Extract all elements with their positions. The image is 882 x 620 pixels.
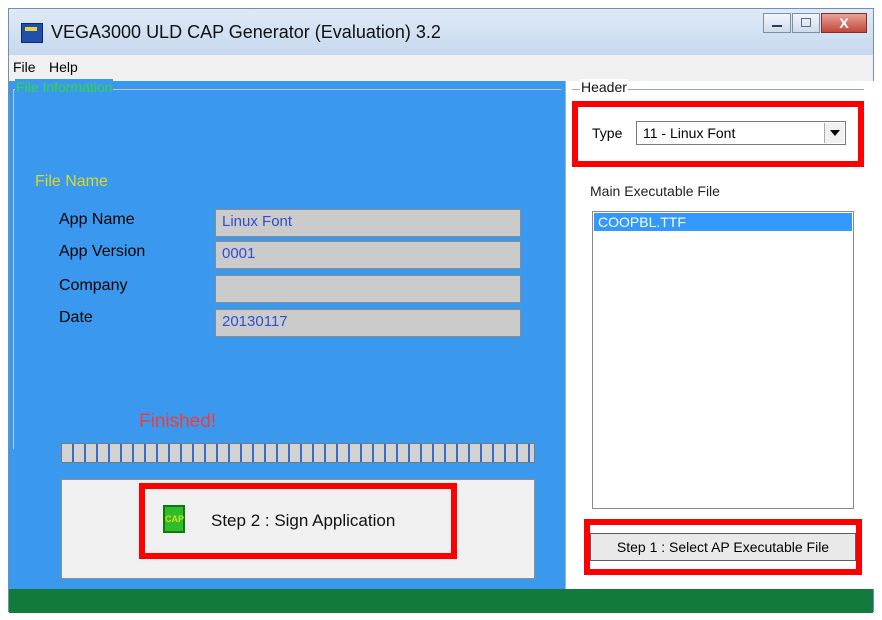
menu-help[interactable]: Help bbox=[49, 59, 78, 75]
window-controls: X bbox=[762, 13, 867, 33]
main-executable-label: Main Executable File bbox=[590, 183, 720, 199]
file-information-panel: File Information File Name App Name Linu… bbox=[9, 79, 565, 589]
header-legend: Header bbox=[580, 79, 628, 95]
type-highlight bbox=[572, 101, 864, 167]
company-field[interactable] bbox=[215, 275, 521, 303]
company-label: Company bbox=[59, 277, 128, 294]
executable-file-list[interactable]: COOPBL.TTF bbox=[592, 211, 854, 509]
close-button[interactable]: X bbox=[821, 13, 867, 33]
app-window: VEGA3000 ULD CAP Generator (Evaluation) … bbox=[8, 8, 876, 613]
group-border-left bbox=[13, 89, 14, 449]
sign-button-highlight bbox=[139, 483, 457, 559]
header-panel: Header Type 11 - Linux Font Main Executa… bbox=[565, 79, 876, 589]
progress-fill bbox=[62, 444, 534, 462]
date-label: Date bbox=[59, 309, 93, 326]
select-button-highlight bbox=[584, 519, 862, 575]
app-name-label: App Name bbox=[59, 211, 135, 228]
menu-file[interactable]: File bbox=[13, 59, 36, 75]
progress-bar bbox=[61, 443, 535, 463]
maximize-button[interactable] bbox=[792, 13, 820, 33]
file-information-legend: File Information bbox=[15, 79, 114, 95]
status-bar bbox=[9, 589, 873, 613]
menu-bar: File Help bbox=[9, 55, 873, 82]
file-name-label: File Name bbox=[35, 173, 108, 190]
app-version-label: App Version bbox=[59, 243, 146, 260]
window-title: VEGA3000 ULD CAP Generator (Evaluation) … bbox=[51, 22, 441, 42]
maximize-icon bbox=[801, 18, 811, 27]
list-item[interactable]: COOPBL.TTF bbox=[594, 213, 852, 231]
title-bar[interactable]: VEGA3000 ULD CAP Generator (Evaluation) … bbox=[9, 9, 873, 55]
minimize-icon bbox=[772, 25, 782, 27]
app-version-field[interactable]: 0001 bbox=[215, 241, 521, 269]
date-field[interactable]: 20130117 bbox=[215, 309, 521, 337]
app-name-field[interactable]: Linux Font bbox=[215, 209, 521, 237]
close-icon: X bbox=[839, 15, 849, 31]
app-icon bbox=[21, 23, 43, 43]
status-text: Finished! bbox=[139, 411, 217, 432]
minimize-button[interactable] bbox=[763, 13, 791, 33]
